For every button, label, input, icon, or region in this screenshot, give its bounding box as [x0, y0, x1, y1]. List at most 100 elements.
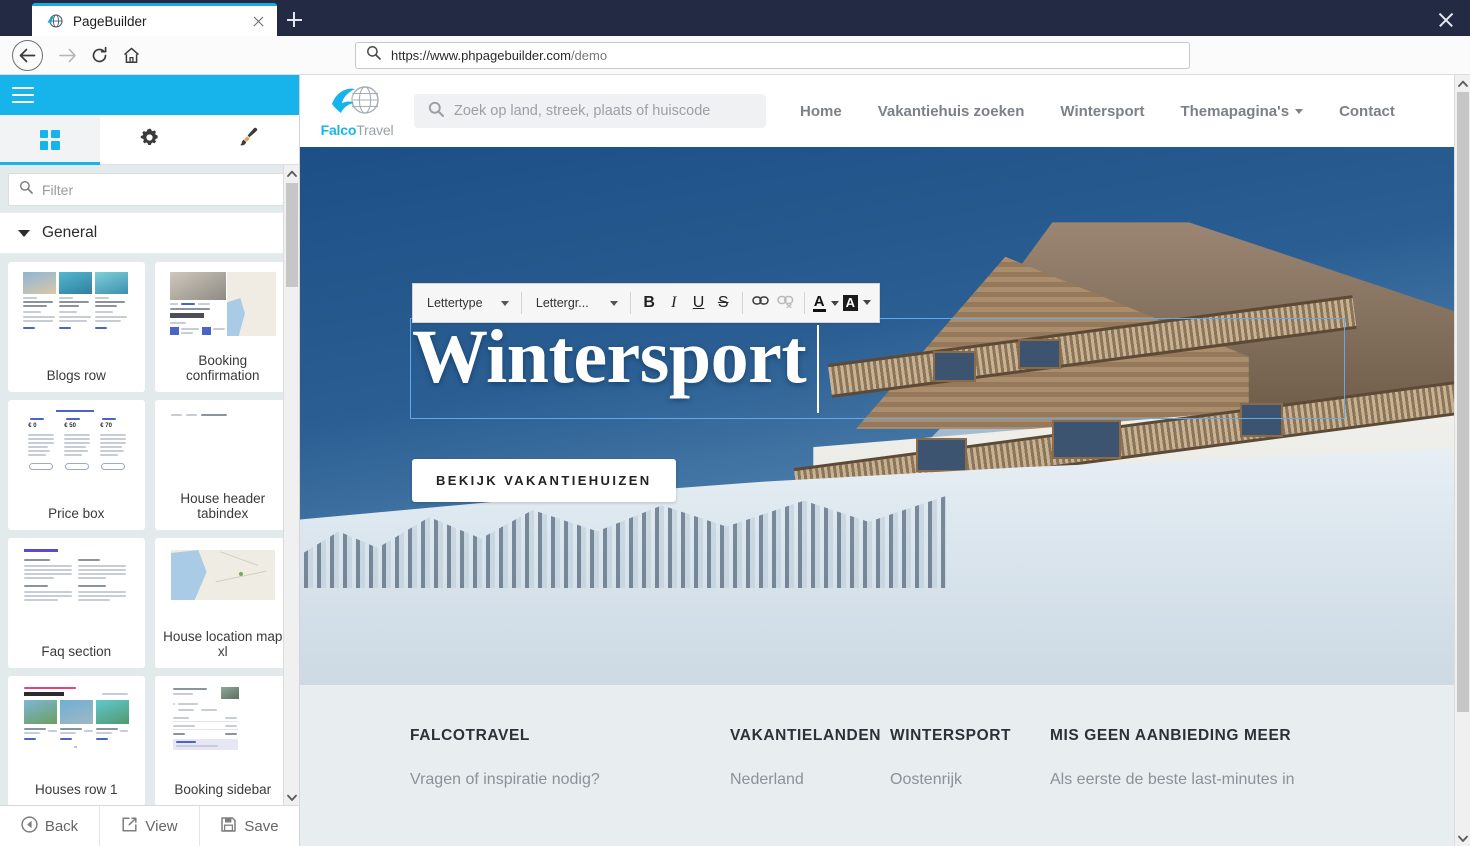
hero-title[interactable]: Wintersport — [412, 319, 807, 395]
highlight-color-button[interactable]: A — [841, 295, 873, 311]
blocks-grid: Blogs row Booking confirmation € 0 € 50 … — [0, 254, 299, 805]
block-item[interactable]: House header tabindex — [154, 400, 291, 530]
toolbar-divider — [803, 292, 805, 314]
footer-text: Vragen of inspiratie nodig? — [410, 771, 600, 788]
block-item[interactable]: € 0 € 50 € 70 Price box — [8, 400, 145, 530]
chevron-down-icon — [830, 300, 839, 306]
sidebar-scrollbar[interactable] — [283, 165, 299, 805]
block-label: Booking sidebar — [174, 782, 272, 798]
site-search-input[interactable]: Zoek op land, streek, plaats of huiscode — [414, 94, 766, 128]
scroll-down-icon[interactable] — [284, 789, 299, 805]
save-button[interactable]: Save — [200, 806, 299, 846]
search-icon — [428, 101, 445, 122]
tab-blocks[interactable] — [0, 115, 100, 165]
url-bar[interactable]: https://www.phpagebuilder.com/demo — [355, 41, 1190, 69]
tab-settings[interactable] — [100, 115, 200, 164]
gear-icon — [139, 127, 160, 153]
globe-icon — [46, 13, 63, 30]
chevron-down-icon — [609, 300, 618, 306]
nav-item-vakantiehuis-zoeken[interactable]: Vakantiehuis zoeken — [860, 103, 1043, 120]
view-button-label: View — [145, 817, 178, 835]
scroll-up-icon[interactable] — [1455, 75, 1470, 91]
view-button[interactable]: View — [100, 806, 200, 846]
block-item[interactable]: Booking sidebar — [154, 676, 291, 805]
nav-item-wintersport[interactable]: Wintersport — [1042, 103, 1162, 120]
save-button-label: Save — [244, 817, 279, 835]
highlight-color-glyph: A — [842, 295, 858, 311]
block-label: Faq section — [41, 644, 112, 660]
link-button[interactable] — [748, 289, 773, 317]
tab-styles[interactable] — [199, 115, 299, 164]
browser-tab[interactable]: PageBuilder — [32, 3, 277, 36]
scrollbar-thumb[interactable] — [1457, 92, 1469, 712]
nav-item-home[interactable]: Home — [782, 103, 860, 120]
chevron-down-icon — [18, 229, 30, 237]
filter-input[interactable]: Filter — [8, 173, 291, 206]
block-label: Price box — [48, 506, 105, 522]
italic-button[interactable]: I — [661, 289, 686, 317]
scrollbar-thumb[interactable] — [286, 183, 298, 287]
nav-item-themapaginas[interactable]: Themapagina's — [1162, 103, 1321, 120]
tab-close-icon[interactable] — [249, 12, 267, 30]
block-item[interactable]: House location map xl — [154, 538, 291, 668]
forward-button[interactable] — [51, 39, 83, 71]
nav-item-contact[interactable]: Contact — [1321, 103, 1413, 120]
logo-primary: Falco — [320, 121, 357, 138]
browser-window: PageBuilder https://www.phpagebuilder.co… — [0, 0, 1470, 846]
hero-cta-button[interactable]: BEKIJK VAKANTIEHUIZEN — [412, 459, 676, 502]
block-item[interactable]: Houses row 1 — [8, 676, 145, 805]
chevron-down-icon — [862, 300, 871, 306]
canvas-scrollbar[interactable] — [1454, 75, 1470, 846]
footer-link[interactable]: Oostenrijk — [890, 771, 1050, 789]
builder-topbar — [0, 75, 299, 115]
url-origin: https://www.phpagebuilder.com — [391, 47, 571, 63]
strikethrough-button[interactable]: S — [711, 289, 736, 317]
font-size-select[interactable]: Lettergr... — [528, 290, 624, 316]
footer-heading: WINTERSPORT — [890, 727, 1012, 744]
scroll-up-icon[interactable] — [284, 165, 299, 181]
block-label: Booking confirmation — [185, 352, 260, 384]
rich-text-toolbar: Lettertype Lettergr... B I U S A A — [412, 283, 880, 323]
back-button-label: Back — [44, 817, 79, 835]
falcon-globe-icon — [329, 85, 385, 121]
back-button[interactable]: Back — [0, 806, 100, 846]
block-label: House location map xl — [163, 628, 283, 660]
chevron-down-icon — [1295, 108, 1304, 114]
new-tab-button[interactable] — [277, 3, 311, 36]
section-general[interactable]: General — [0, 212, 299, 254]
hamburger-icon[interactable] — [12, 87, 34, 103]
link-icon — [752, 294, 770, 312]
nav-label: Wintersport — [1060, 102, 1145, 120]
external-link-icon — [121, 816, 138, 837]
bold-button[interactable]: B — [637, 289, 662, 317]
back-button[interactable] — [12, 39, 43, 71]
footer-link[interactable]: Nederland — [730, 771, 890, 789]
block-item[interactable]: Blogs row — [8, 262, 145, 392]
reload-button[interactable] — [83, 39, 115, 71]
url-text: https://www.phpagebuilder.com/demo — [391, 48, 607, 63]
pricing-table-thumb: € 0 € 50 € 70 — [14, 408, 139, 480]
footer-text: Als eerste de beste last-minutes in — [1050, 771, 1295, 788]
home-button[interactable] — [115, 39, 147, 71]
footer-heading: FALCOTRAVEL — [410, 727, 530, 744]
toolbar-divider — [521, 292, 522, 314]
block-item[interactable]: Faq section — [8, 538, 145, 668]
floppy-disk-icon — [220, 816, 237, 837]
browser-navbar: https://www.phpagebuilder.com/demo — [0, 36, 1470, 75]
footer-column-vakantielanden: VAKANTIELANDEN Nederland — [730, 727, 890, 789]
footer-column-wintersport: WINTERSPORT Oostenrijk — [890, 727, 1050, 789]
window-close-icon[interactable] — [1436, 10, 1456, 30]
font-family-select[interactable]: Lettertype — [419, 290, 515, 316]
unlink-button[interactable] — [773, 289, 798, 317]
booking-sidebar-thumb — [161, 684, 286, 756]
text-color-button[interactable]: A — [811, 293, 841, 313]
reload-icon — [92, 46, 106, 62]
block-item[interactable]: Booking confirmation — [154, 262, 291, 392]
site-logo[interactable]: FalcoTravel — [314, 85, 400, 138]
section-title: General — [42, 224, 98, 241]
hero-section: Lettertype Lettergr... B I U S A A Winte… — [300, 147, 1454, 685]
chevron-down-icon — [501, 300, 509, 306]
underline-button[interactable]: U — [686, 289, 711, 317]
scroll-down-icon[interactable] — [1455, 830, 1470, 846]
font-size-label: Lettergr... — [535, 296, 589, 310]
